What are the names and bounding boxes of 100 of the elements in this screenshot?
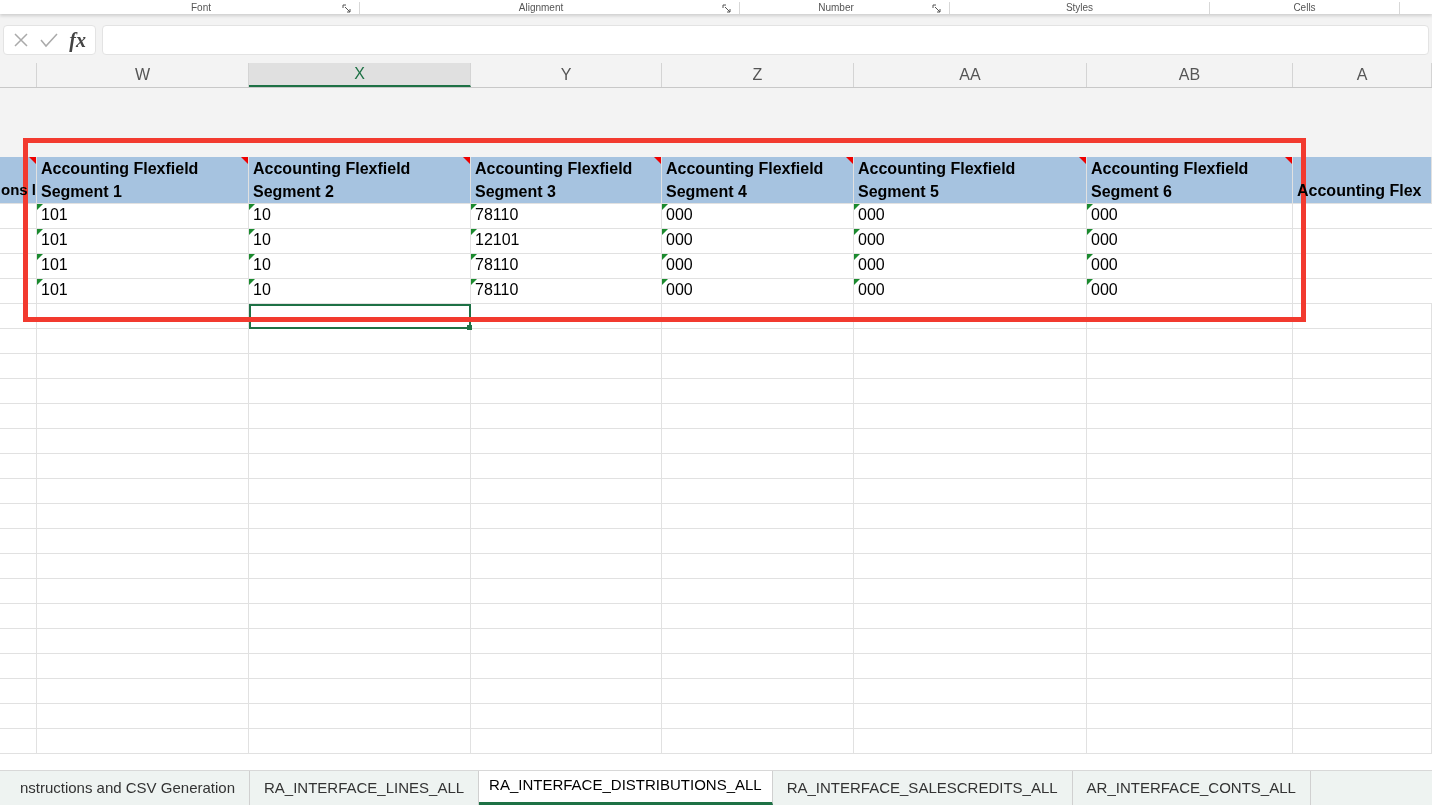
empty-cell[interactable] bbox=[1293, 729, 1432, 754]
empty-cell[interactable] bbox=[471, 504, 662, 529]
empty-cell[interactable] bbox=[1087, 679, 1293, 704]
empty-cell[interactable] bbox=[1293, 329, 1432, 354]
empty-cell[interactable] bbox=[249, 404, 471, 429]
empty-cell[interactable] bbox=[854, 554, 1087, 579]
empty-cell[interactable] bbox=[662, 729, 854, 754]
empty-cell[interactable] bbox=[1293, 404, 1432, 429]
empty-cell[interactable] bbox=[1293, 479, 1432, 504]
empty-cell[interactable] bbox=[1293, 679, 1432, 704]
empty-cell[interactable] bbox=[662, 429, 854, 454]
empty-cell[interactable] bbox=[1293, 579, 1432, 604]
empty-cell[interactable] bbox=[471, 629, 662, 654]
empty-cell[interactable] bbox=[471, 429, 662, 454]
empty-cell[interactable] bbox=[37, 329, 249, 354]
empty-cell[interactable] bbox=[1293, 304, 1432, 329]
empty-cell[interactable] bbox=[1087, 354, 1293, 379]
empty-cell[interactable] bbox=[0, 554, 37, 579]
empty-cell[interactable] bbox=[854, 629, 1087, 654]
empty-cell[interactable] bbox=[662, 354, 854, 379]
close-icon[interactable] bbox=[13, 32, 30, 48]
column-header[interactable]: AB bbox=[1087, 63, 1293, 87]
empty-cell[interactable] bbox=[0, 379, 37, 404]
empty-cell[interactable] bbox=[0, 454, 37, 479]
empty-cell[interactable] bbox=[471, 454, 662, 479]
empty-cell[interactable] bbox=[0, 279, 37, 304]
empty-cell[interactable] bbox=[1293, 554, 1432, 579]
empty-cell[interactable] bbox=[249, 479, 471, 504]
empty-cell[interactable] bbox=[1087, 554, 1293, 579]
empty-cell[interactable] bbox=[854, 329, 1087, 354]
empty-cell[interactable] bbox=[854, 429, 1087, 454]
empty-cell[interactable] bbox=[854, 579, 1087, 604]
empty-cell[interactable] bbox=[37, 529, 249, 554]
empty-cell[interactable] bbox=[37, 729, 249, 754]
function-button[interactable]: fx bbox=[69, 30, 86, 50]
empty-cell[interactable] bbox=[662, 604, 854, 629]
empty-cell[interactable] bbox=[662, 454, 854, 479]
empty-cell[interactable] bbox=[1293, 704, 1432, 729]
empty-cell[interactable] bbox=[1087, 454, 1293, 479]
empty-cell[interactable] bbox=[249, 529, 471, 554]
empty-cell[interactable] bbox=[662, 479, 854, 504]
empty-cell[interactable] bbox=[37, 654, 249, 679]
empty-cell[interactable] bbox=[471, 479, 662, 504]
dialog-launcher-icon[interactable] bbox=[722, 3, 731, 13]
empty-cell[interactable] bbox=[0, 679, 37, 704]
empty-cell[interactable] bbox=[854, 454, 1087, 479]
empty-cell[interactable] bbox=[1087, 604, 1293, 629]
dialog-launcher-icon[interactable] bbox=[342, 3, 351, 13]
empty-cell[interactable] bbox=[1087, 729, 1293, 754]
empty-cell[interactable] bbox=[662, 654, 854, 679]
sheet-tab[interactable]: RA_INTERFACE_SALESCREDITS_ALL bbox=[772, 771, 1073, 805]
empty-cell[interactable] bbox=[854, 379, 1087, 404]
empty-cell[interactable] bbox=[0, 504, 37, 529]
empty-cell[interactable] bbox=[249, 454, 471, 479]
sheet-tab[interactable]: AR_INTERFACE_CONTS_ALL bbox=[1072, 771, 1311, 805]
empty-cell[interactable] bbox=[471, 729, 662, 754]
empty-cell[interactable] bbox=[1087, 579, 1293, 604]
empty-cell[interactable] bbox=[0, 579, 37, 604]
empty-cell[interactable] bbox=[0, 354, 37, 379]
selected-cell[interactable] bbox=[249, 304, 471, 329]
empty-cell[interactable] bbox=[37, 604, 249, 629]
empty-cell[interactable] bbox=[471, 579, 662, 604]
column-header[interactable]: Y bbox=[471, 63, 662, 87]
empty-cell[interactable] bbox=[1087, 404, 1293, 429]
empty-cell[interactable] bbox=[662, 329, 854, 354]
empty-cell[interactable] bbox=[0, 629, 37, 654]
sheet-tab[interactable]: nstructions and CSV Generation bbox=[0, 771, 250, 805]
empty-cell[interactable] bbox=[854, 679, 1087, 704]
empty-cell[interactable] bbox=[854, 604, 1087, 629]
empty-cell[interactable] bbox=[1087, 654, 1293, 679]
empty-cell[interactable] bbox=[0, 229, 37, 254]
empty-cell[interactable] bbox=[0, 404, 37, 429]
empty-cell[interactable] bbox=[0, 204, 37, 229]
empty-cell[interactable] bbox=[37, 304, 249, 329]
empty-cell[interactable] bbox=[854, 479, 1087, 504]
empty-cell[interactable] bbox=[37, 704, 249, 729]
empty-cell[interactable] bbox=[0, 254, 37, 279]
empty-cell[interactable] bbox=[471, 654, 662, 679]
empty-cell[interactable] bbox=[1293, 654, 1432, 679]
empty-cell[interactable] bbox=[249, 604, 471, 629]
empty-cell[interactable] bbox=[249, 654, 471, 679]
empty-cell[interactable] bbox=[1087, 529, 1293, 554]
empty-cell[interactable] bbox=[37, 554, 249, 579]
empty-cell[interactable] bbox=[854, 729, 1087, 754]
empty-cell[interactable] bbox=[1087, 629, 1293, 654]
empty-cell[interactable] bbox=[0, 654, 37, 679]
empty-cell[interactable] bbox=[662, 504, 854, 529]
empty-cell[interactable] bbox=[1293, 354, 1432, 379]
empty-cell[interactable] bbox=[854, 504, 1087, 529]
empty-cell[interactable] bbox=[0, 604, 37, 629]
empty-cell[interactable] bbox=[37, 579, 249, 604]
empty-cell[interactable] bbox=[37, 354, 249, 379]
empty-cell[interactable] bbox=[1087, 429, 1293, 454]
empty-cell[interactable] bbox=[662, 379, 854, 404]
empty-cell[interactable] bbox=[0, 529, 37, 554]
sheet-tab[interactable]: RA_INTERFACE_DISTRIBUTIONS_ALL bbox=[479, 771, 773, 805]
empty-cell[interactable] bbox=[662, 304, 854, 329]
empty-cell[interactable] bbox=[0, 329, 37, 354]
empty-cell[interactable] bbox=[1087, 329, 1293, 354]
empty-cell[interactable] bbox=[0, 729, 37, 754]
